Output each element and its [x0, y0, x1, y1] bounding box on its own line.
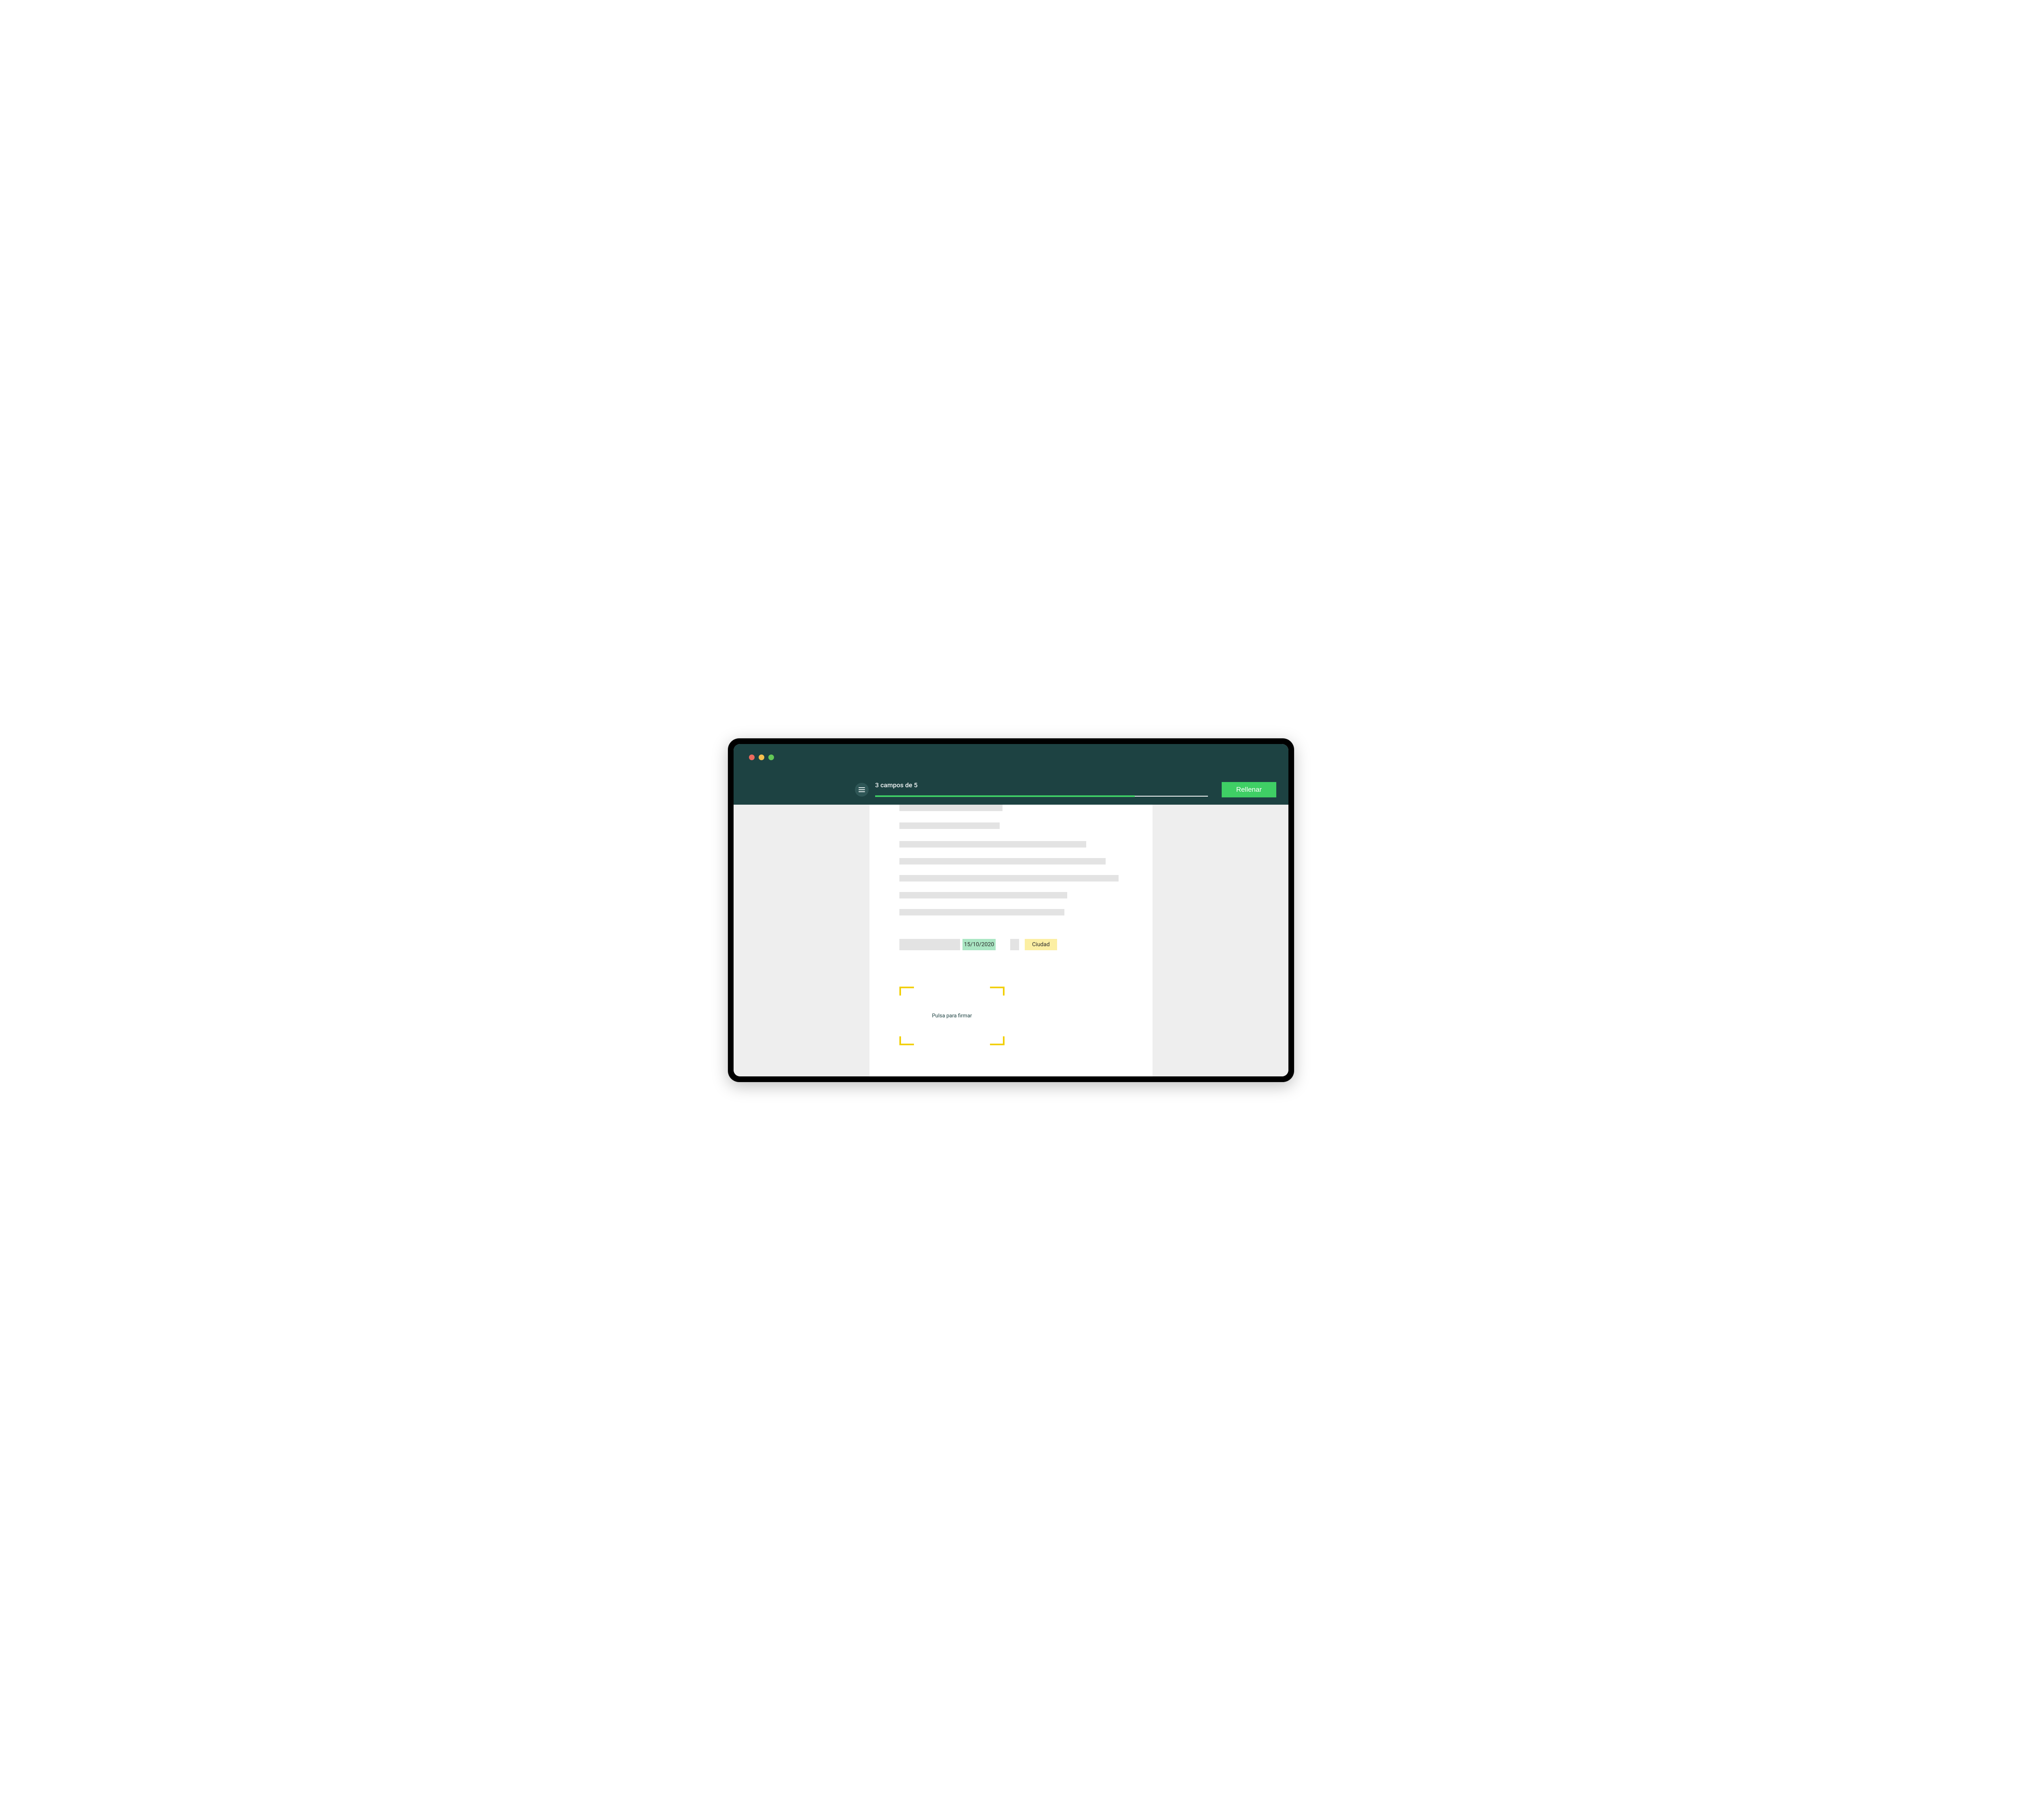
progress-bar: 3 campos de 5: [875, 783, 1208, 797]
menu-button[interactable]: [855, 783, 869, 797]
window-maximize-button[interactable]: [768, 755, 774, 760]
signature-corner-icon: [990, 987, 1005, 996]
document-page: 15/10/2020 Ciudad Pulsa para firmar: [869, 805, 1153, 1076]
date-field[interactable]: 15/10/2020: [962, 939, 996, 950]
progress-fill: [875, 795, 1135, 797]
signature-corner-icon: [990, 1036, 1005, 1045]
progress-label: 3 campos de 5: [875, 781, 918, 789]
device-frame: 3 campos de 5 Rellenar: [728, 738, 1294, 1082]
app-header: 3 campos de 5 Rellenar: [734, 744, 1288, 805]
signature-prompt: Pulsa para firmar: [932, 1013, 972, 1019]
signature-field[interactable]: Pulsa para firmar: [899, 987, 1005, 1045]
document-body-text: [899, 805, 1123, 915]
window-controls: [749, 755, 774, 760]
header-bar: 3 campos de 5 Rellenar: [734, 782, 1288, 797]
device-inner: 3 campos de 5 Rellenar: [734, 744, 1288, 1076]
signature-corner-icon: [899, 987, 914, 996]
signature-corner-icon: [899, 1036, 914, 1045]
field-label-placeholder: [1010, 939, 1019, 950]
fill-button[interactable]: Rellenar: [1222, 782, 1276, 797]
content-area: 15/10/2020 Ciudad Pulsa para firmar: [734, 805, 1288, 1076]
window-close-button[interactable]: [749, 755, 755, 760]
city-field[interactable]: Ciudad: [1025, 939, 1057, 950]
progress-track: [875, 796, 1208, 797]
field-row: 15/10/2020 Ciudad: [899, 939, 1123, 950]
field-label-placeholder: [899, 939, 960, 950]
hamburger-icon: [859, 787, 865, 792]
window-minimize-button[interactable]: [759, 755, 764, 760]
